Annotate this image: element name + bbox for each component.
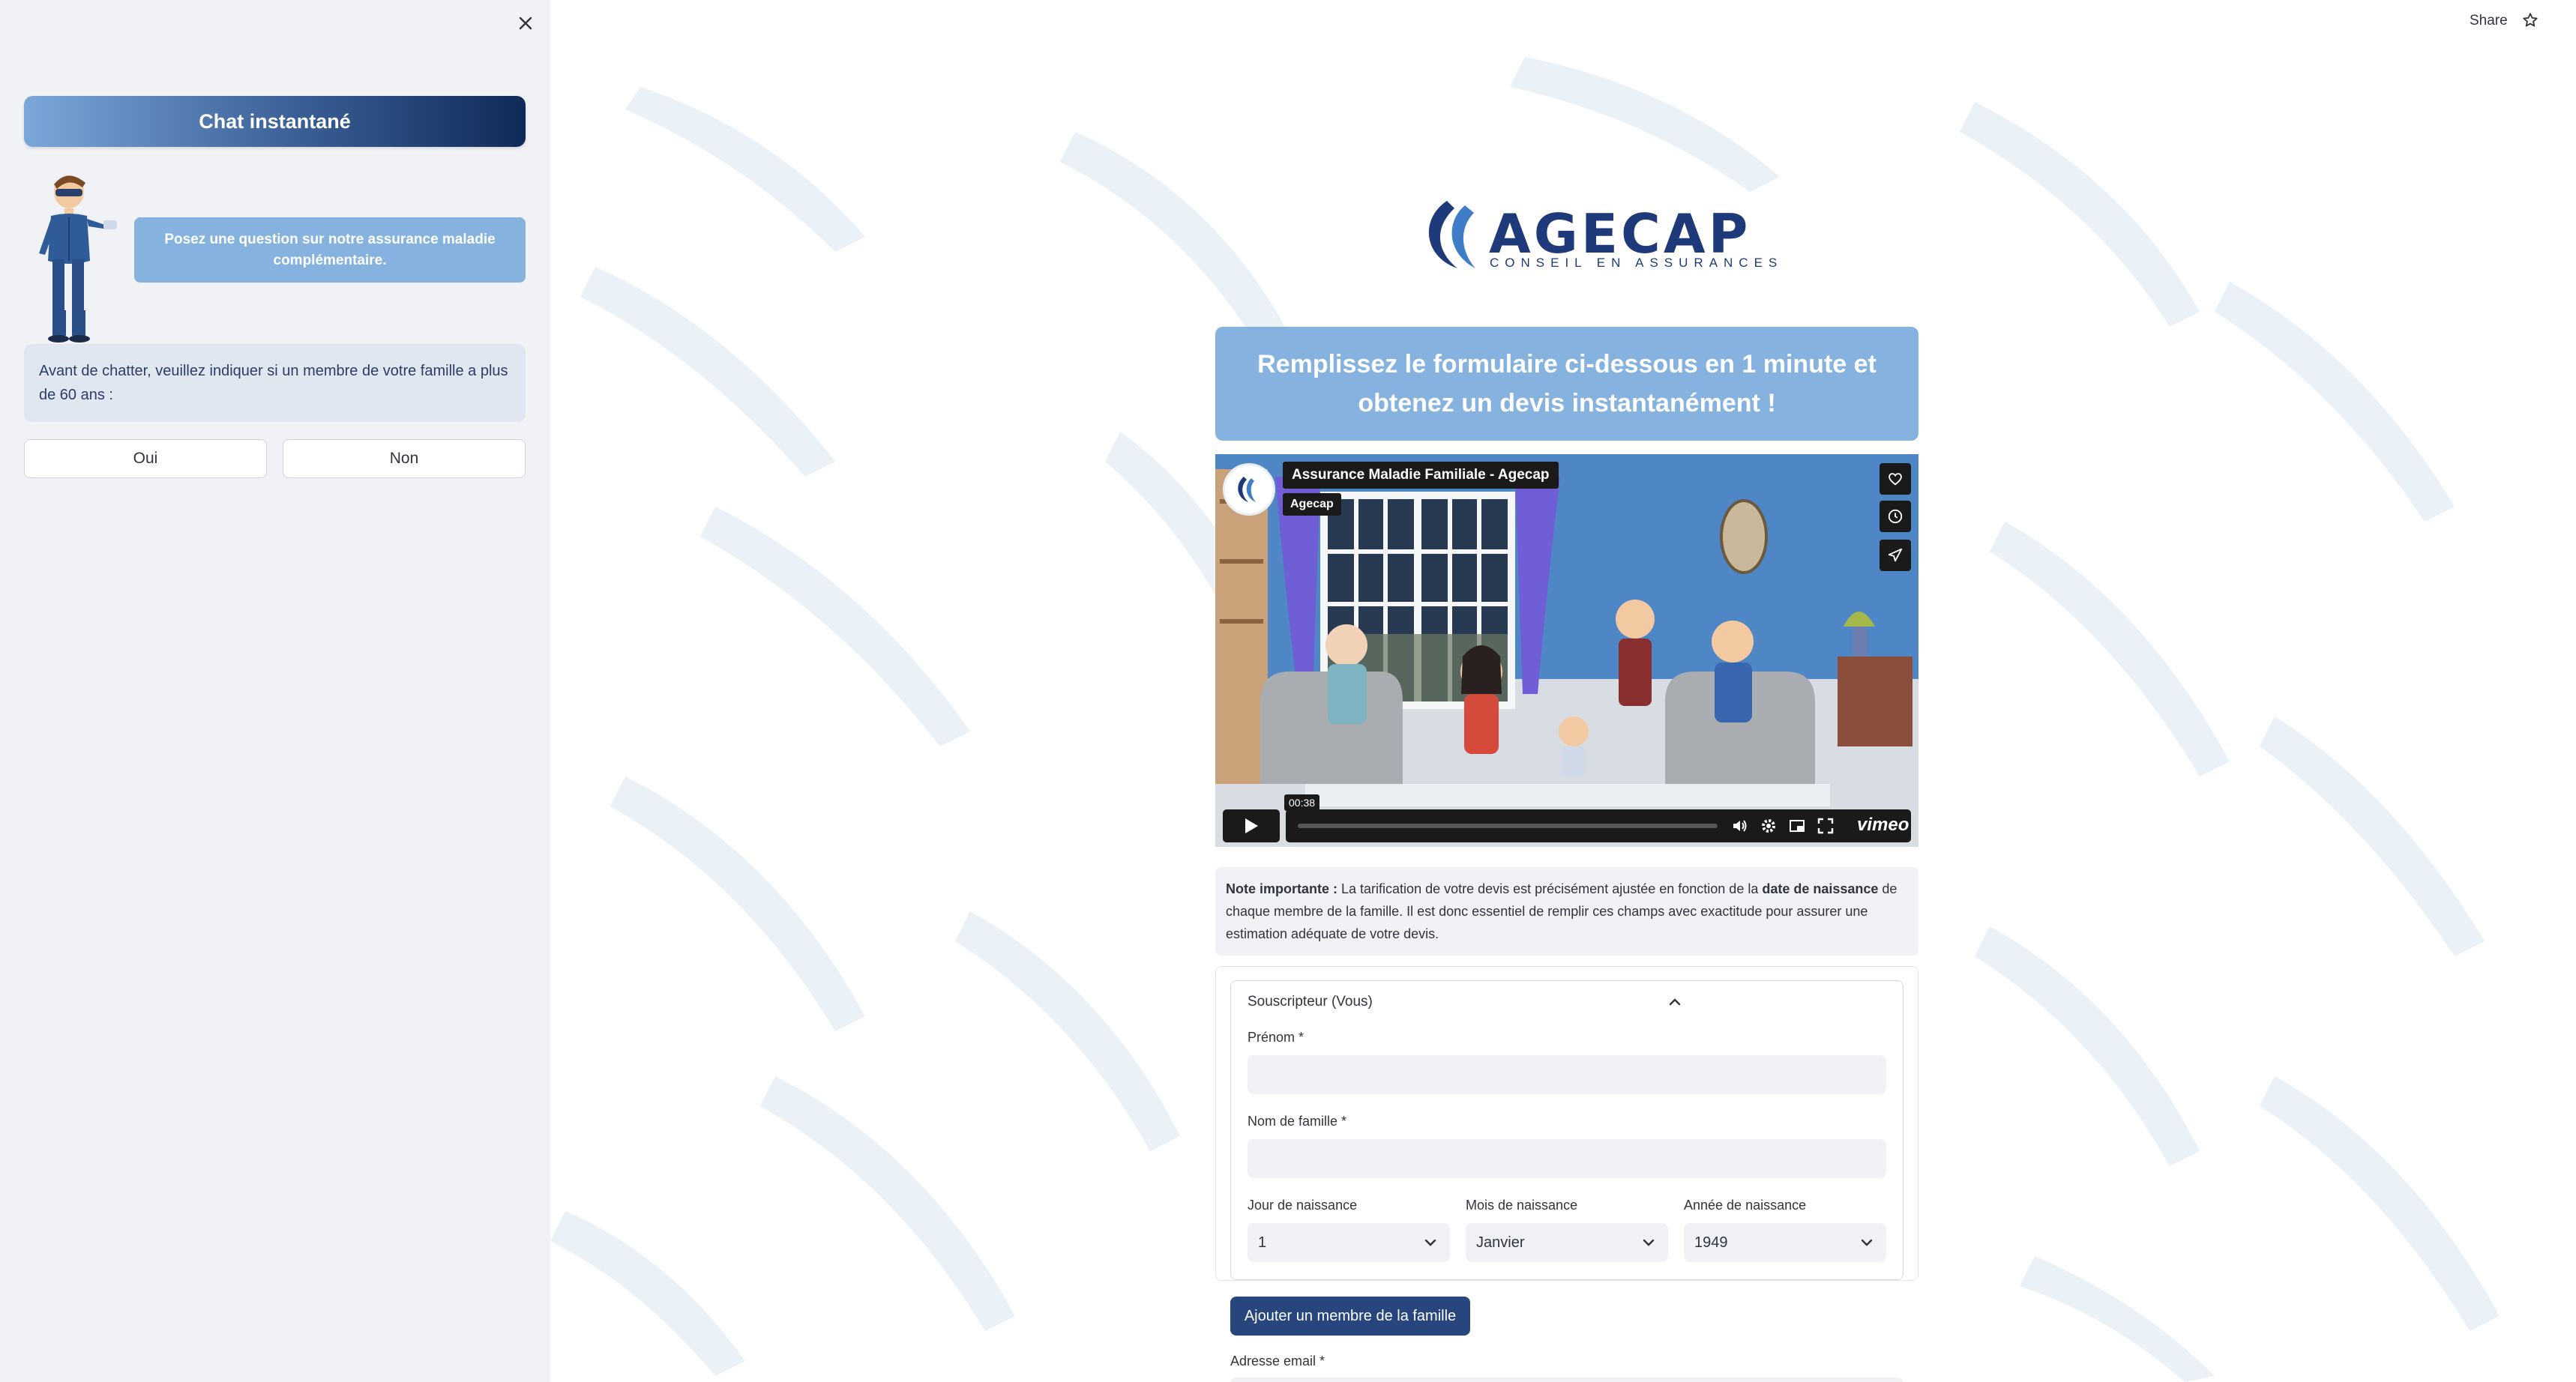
close-icon[interactable] [513,10,538,36]
birth-day-label: Jour de naissance [1248,1198,1358,1213]
video-channel[interactable]: Agecap [1283,493,1341,516]
quote-banner: Remplissez le formulaire ci-dessous en 1… [1215,327,1919,441]
birth-day-select[interactable]: 1 [1248,1223,1450,1262]
sidebar: Chat instantané Posez une question sur n… [0,0,550,1382]
mascot-illustration [39,175,117,343]
yes-button[interactable]: Oui [24,439,267,478]
chevron-down-icon [1424,1239,1436,1246]
vimeo-logo[interactable]: vimeo [1857,815,1909,836]
last-name-input[interactable] [1248,1139,1886,1178]
video-progress-track[interactable] [1298,824,1718,828]
logo-tagline: CONSEIL EN ASSURANCES [1490,256,1784,270]
email-input[interactable] [1230,1378,1904,1382]
birth-year-label: Année de naissance [1684,1198,1807,1213]
video-control-bar: vimeo [1286,809,1911,842]
chevron-down-icon [1861,1239,1873,1246]
email-label: Adresse email * [1230,1354,1325,1369]
settings-icon[interactable] [1758,815,1779,836]
chevron-down-icon [1643,1239,1655,1246]
note-text-1: La tarification de votre devis est préci… [1337,881,1763,896]
birth-month-value: Janvier [1476,1234,1525,1251]
main-content: Share AGECAP CONSEIL EN ASSURANCES Rempl… [550,0,2576,1382]
volume-icon[interactable] [1730,815,1751,836]
birth-year-select[interactable]: 1949 [1684,1223,1886,1262]
video-player[interactable]: Assurance Maladie Familiale - Agecap Age… [1215,454,1919,847]
first-name-input[interactable] [1248,1055,1886,1094]
heart-icon[interactable] [1880,463,1911,495]
pip-icon[interactable] [1787,815,1808,836]
fullscreen-icon[interactable] [1815,815,1836,836]
video-time: 00:38 [1284,794,1320,811]
subscriber-section-title[interactable]: Souscripteur (Vous) [1248,994,1373,1010]
note-emphasis: date de naissance [1762,881,1879,896]
channel-avatar[interactable] [1223,463,1275,516]
age-question: Avant de chatter, veuillez indiquer si u… [24,344,526,422]
add-family-member-button[interactable]: Ajouter un membre de la famille [1230,1297,1470,1336]
chevron-up-icon[interactable] [1666,993,1684,1011]
birth-month-label: Mois de naissance [1466,1198,1578,1213]
last-name-label: Nom de famille * [1248,1114,1347,1129]
play-icon[interactable] [1223,809,1280,842]
star-icon[interactable] [2519,9,2542,31]
clock-icon[interactable] [1880,501,1911,532]
bot-message: Posez une question sur notre assurance m… [134,217,526,283]
no-button[interactable]: Non [283,439,526,478]
chat-title: Chat instantané [24,96,526,147]
birth-month-select[interactable]: Janvier [1466,1223,1668,1262]
send-icon[interactable] [1880,540,1911,571]
birth-day-value: 1 [1258,1234,1267,1251]
birth-year-value: 1949 [1694,1234,1728,1251]
video-title[interactable]: Assurance Maladie Familiale - Agecap [1283,462,1559,489]
share-button[interactable]: Share [2470,10,2508,31]
first-name-label: Prénom * [1248,1030,1304,1045]
pricing-note: Note importante : La tarification de vot… [1215,867,1919,956]
note-prefix: Note importante : [1226,881,1338,896]
